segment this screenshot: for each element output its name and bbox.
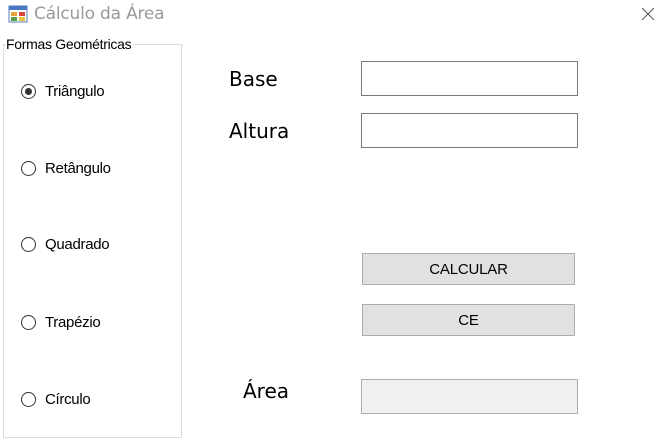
title-bar[interactable]: Cálculo da Área [0,0,668,30]
radio-button[interactable] [21,237,36,252]
area-label: Área [243,379,290,403]
close-button[interactable] [634,2,662,26]
area-output[interactable] [361,379,578,414]
radio-retangulo[interactable]: Retângulo [21,160,111,177]
form-window-icon [8,5,28,23]
altura-input[interactable] [361,113,578,148]
base-label: Base [229,67,278,91]
calcular-button[interactable]: CALCULAR [362,253,575,285]
radio-triangulo[interactable]: Triângulo [21,83,105,100]
radio-quadrado[interactable]: Quadrado [21,236,110,253]
radio-button[interactable] [21,392,36,407]
window-title: Cálculo da Área [34,4,165,24]
shapes-groupbox-title: Formas Geométricas [6,36,134,52]
radio-label: Trapézio [45,314,101,331]
radio-button-selected[interactable] [21,84,36,99]
radio-label: Círculo [45,391,91,408]
radio-label: Quadrado [45,236,110,253]
radio-circulo[interactable]: Círculo [21,391,91,408]
radio-trapezio[interactable]: Trapézio [21,314,101,331]
radio-label: Triângulo [45,83,105,100]
ce-button[interactable]: CE [362,304,575,336]
main-window: Cálculo da Área Formas Geométricas Triân… [0,0,668,441]
base-input[interactable] [361,61,578,96]
radio-button[interactable] [21,315,36,330]
close-icon [641,7,655,21]
radio-label: Retângulo [45,160,111,177]
radio-button[interactable] [21,161,36,176]
altura-label: Altura [229,119,290,143]
